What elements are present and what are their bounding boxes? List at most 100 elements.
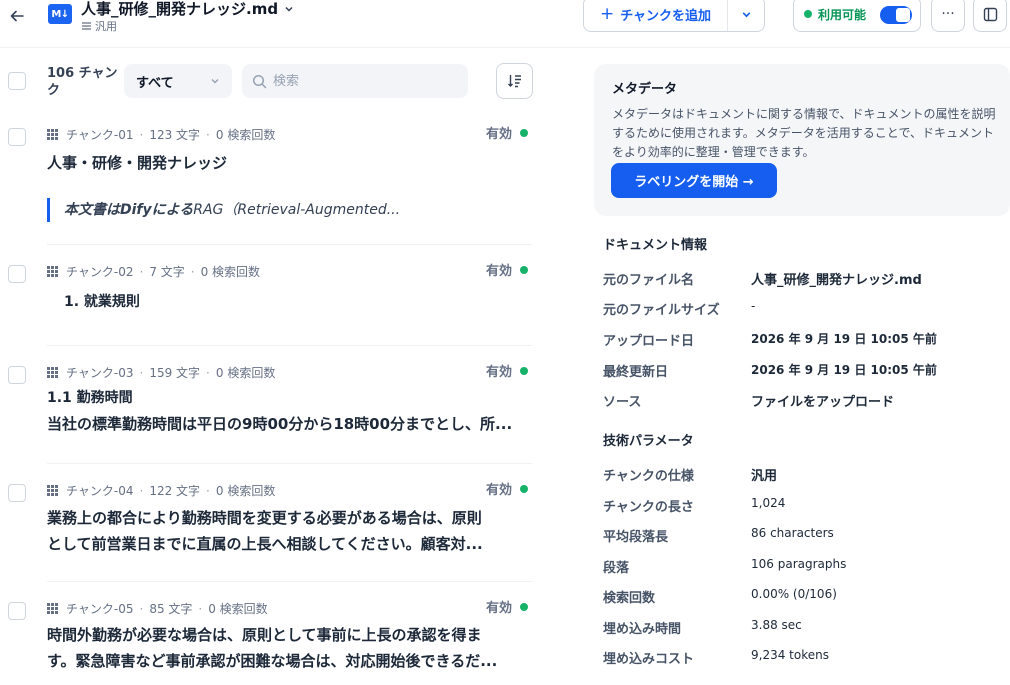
start-labeling-button[interactable]: ラベリングを開始 → (611, 163, 777, 198)
drag-grid-icon (47, 367, 58, 378)
tech-param-row: 平均段落長 86 characters (603, 526, 1003, 545)
sort-icon (507, 75, 521, 88)
doc-info-row: アップロード日 2026 年 9 月 19 日 10:05 午前 (603, 330, 1003, 349)
status-dot-icon (520, 602, 529, 611)
metadata-title: メタデータ (612, 82, 678, 97)
chunk-retrieval-count: 0 検索回数 (215, 128, 276, 142)
chunk-mode-label: 汎用 (81, 18, 117, 34)
chunk-text-line: 時間外勤務が必要な場合は、原則として事前に上長の承認を得ま (47, 626, 482, 644)
chunk-checkbox[interactable] (8, 366, 26, 384)
chunk-text-line: として前営業日までに直属の上長へ相談してください。顧客対... (47, 535, 483, 553)
drag-grid-icon (47, 266, 58, 277)
chunk-char-count: 122 文字 (149, 484, 201, 498)
chunk-divider (47, 581, 532, 582)
select-all-checkbox[interactable] (8, 72, 26, 90)
document-title[interactable]: 人事_研修_開発ナレッジ.md (81, 0, 294, 19)
info-key: 最終更新日 (603, 365, 669, 380)
chunk-status: 有効 (486, 260, 529, 279)
search-box (242, 64, 468, 98)
add-chunk-button[interactable]: + チャンクを追加 (584, 0, 728, 31)
chevron-down-icon (742, 11, 750, 17)
param-key: 平均段落長 (603, 530, 669, 545)
param-value: 汎用 (751, 469, 778, 484)
doc-info-row: 元のファイル名 人事_研修_開発ナレッジ.md (603, 269, 1003, 288)
doc-info-title: ドキュメント情報 (603, 238, 708, 253)
availability-toggle[interactable] (880, 6, 912, 24)
tech-param-row: 埋め込み時間 3.88 sec (603, 618, 1003, 637)
chunk-char-count: 123 文字 (149, 128, 201, 142)
param-value: 1,024 (751, 496, 786, 510)
status-dot-icon (520, 128, 529, 137)
chunk-id: チャンク-01 (66, 128, 134, 142)
chunk-text-line: 業務上の都合により勤務時間を変更する必要がある場合は、原則 (47, 509, 482, 527)
chunk-id: チャンク-05 (66, 602, 134, 616)
more-options-button[interactable]: ··· (931, 0, 965, 32)
sidebar-panel-icon (983, 7, 997, 21)
document-header: M↓ 人事_研修_開発ナレッジ.md 汎用 + チャンクを追加 利用可能 ··· (0, 0, 1010, 48)
param-value: 3.88 sec (751, 618, 802, 632)
tech-param-row: 検索回数 0.00% (0/106) (603, 587, 1003, 606)
chunk-retrieval-count: 0 検索回数 (215, 484, 276, 498)
chunk-meta: チャンク-01 · 123 文字 · 0 検索回数 (47, 126, 275, 143)
info-key: 元のファイル名 (603, 273, 695, 288)
add-chunk-button-group: + チャンクを追加 (583, 0, 765, 32)
back-button[interactable] (6, 6, 28, 26)
chunk-text-line: 当社の標準勤務時間は平日の9時00分から18時00分までとし、所... (47, 415, 513, 433)
chunk-status: 有効 (486, 597, 529, 616)
chunk-count: 106 チャンク (47, 66, 118, 98)
chunk-retrieval-count: 0 検索回数 (200, 265, 261, 279)
toggle-panel-button[interactable] (973, 0, 1007, 32)
status-dot-icon (804, 10, 812, 18)
status-dot-icon (520, 265, 529, 274)
metadata-card: メタデータ メタデータはドキュメントに関する情報で、ドキュメントの属性を説明する… (594, 64, 1010, 216)
chunk-text-line: 1.1 勤務時間 (47, 390, 133, 406)
plus-icon: + (599, 3, 615, 24)
add-chunk-label: チャンクを追加 (620, 8, 712, 24)
chevron-down-icon (285, 6, 293, 12)
info-key: ソース (603, 395, 642, 410)
availability-control: 利用可能 (793, 0, 921, 32)
search-input[interactable] (273, 73, 453, 89)
document-title-text: 人事_研修_開発ナレッジ.md (81, 0, 279, 18)
status-filter-select[interactable]: すべて (124, 64, 232, 98)
chunk-status: 有効 (486, 123, 529, 142)
drag-grid-icon (47, 603, 58, 614)
chunk-mode-text: 汎用 (95, 20, 117, 33)
info-value: - (751, 299, 756, 313)
chunk-text-line: す。緊急障害など事前承認が困難な場合は、対応開始後できるだ... (47, 652, 498, 670)
param-key: チャンクの長さ (603, 500, 694, 515)
chunk-char-count: 85 文字 (149, 602, 193, 616)
doc-info-row: 最終更新日 2026 年 9 月 19 日 10:05 午前 (603, 361, 1003, 380)
info-value: 2026 年 9 月 19 日 10:05 午前 (751, 332, 937, 346)
info-value: ファイルをアップロード (751, 395, 895, 410)
chunk-char-count: 7 文字 (149, 265, 185, 279)
sort-button[interactable] (496, 63, 533, 99)
param-key: 検索回数 (603, 591, 656, 606)
chevron-down-icon (211, 79, 219, 84)
start-labeling-label: ラベリングを開始 → (634, 175, 754, 190)
chunk-checkbox[interactable] (8, 128, 26, 146)
chunk-status: 有効 (486, 479, 529, 498)
drag-grid-icon (47, 485, 58, 496)
chunk-retrieval-count: 0 検索回数 (215, 366, 276, 380)
tech-param-row: チャンクの長さ 1,024 (603, 496, 1003, 515)
tech-param-row: 埋め込みコスト 9,234 tokens (603, 648, 1003, 667)
tech-param-row: チャンクの仕様 汎用 (603, 465, 1003, 484)
chunk-divider (47, 345, 532, 346)
chunk-checkbox[interactable] (8, 602, 26, 620)
status-label: 有効 (486, 264, 513, 279)
info-key: アップロード日 (603, 334, 695, 349)
param-value: 9,234 tokens (751, 648, 829, 662)
drag-grid-icon (47, 129, 58, 140)
add-chunk-dropdown[interactable] (728, 0, 764, 31)
chunk-checkbox[interactable] (8, 265, 26, 283)
availability-label: 利用可能 (818, 7, 867, 22)
param-key: 埋め込みコスト (603, 652, 695, 667)
chunk-title: 人事・研修・開発ナレッジ (47, 154, 228, 172)
quote-bold-text: 本文書はDifyによる (64, 202, 194, 218)
list-settings-icon (82, 22, 91, 30)
chunk-checkbox[interactable] (8, 484, 26, 502)
status-label: 有効 (486, 601, 513, 616)
chunk-id: チャンク-03 (66, 366, 134, 380)
chunk-divider (47, 244, 532, 245)
